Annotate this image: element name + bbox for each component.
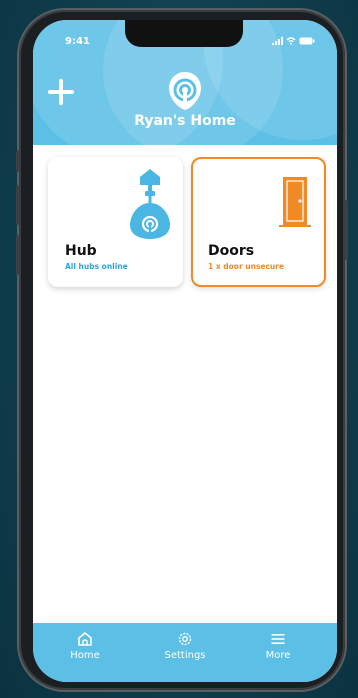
- doors-card-status: 1 x door unsecure: [208, 262, 285, 271]
- app-screen: 9:41 Ryan's Home Hub All hubs online Doo…: [33, 20, 337, 682]
- home-icon: [78, 632, 92, 646]
- tab-settings-label: Settings: [164, 650, 206, 661]
- tab-settings[interactable]: Settings: [150, 631, 220, 661]
- bottom-tab-bar: Home Settings More: [33, 623, 337, 682]
- tab-home-label: Home: [70, 650, 100, 661]
- home-title: Ryan's Home: [134, 113, 236, 129]
- hub-card-status: All hubs online: [65, 262, 128, 271]
- battery-icon: [299, 37, 315, 45]
- device-notch: [125, 20, 243, 47]
- volume-down-button: [16, 235, 19, 275]
- app-logo-icon: [169, 72, 201, 110]
- hub-card-title: Hub: [65, 243, 97, 259]
- doors-card-title: Doors: [208, 243, 255, 259]
- door-icon: [279, 177, 311, 227]
- tab-more[interactable]: More: [243, 631, 313, 661]
- tab-home[interactable]: Home: [50, 631, 120, 661]
- tab-more-label: More: [265, 650, 291, 661]
- signal-icon: [272, 37, 283, 45]
- hub-card[interactable]: Hub All hubs online: [48, 157, 183, 287]
- volume-up-button: [16, 185, 19, 225]
- status-time: 9:41: [65, 36, 90, 47]
- hub-icon: [130, 169, 170, 239]
- menu-icon: [271, 634, 285, 644]
- doors-card[interactable]: Doors 1 x door unsecure: [191, 157, 326, 287]
- app-header: 9:41 Ryan's Home: [33, 20, 337, 145]
- power-button: [345, 200, 348, 260]
- add-button[interactable]: [47, 78, 75, 106]
- gear-icon: [178, 632, 192, 646]
- status-icons: [272, 37, 315, 45]
- side-button: [16, 150, 19, 172]
- wifi-icon: [286, 37, 296, 45]
